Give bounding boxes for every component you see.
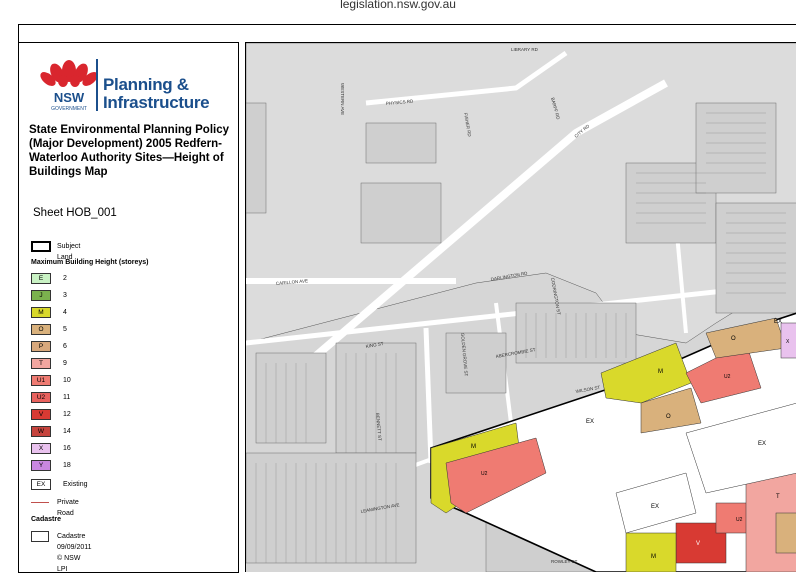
label-ex-2: EX bbox=[758, 441, 766, 447]
label-m-3: M bbox=[651, 554, 656, 560]
label-v: V bbox=[696, 541, 700, 547]
logo-nsw-text: NSW bbox=[54, 90, 85, 105]
label-o-2: O bbox=[731, 336, 736, 342]
existing-swatch: EX bbox=[31, 479, 51, 490]
height-value: 5 bbox=[63, 326, 67, 333]
height-swatch: U2 bbox=[31, 392, 51, 403]
label-ex-3: EX bbox=[651, 504, 659, 510]
height-value: 3 bbox=[63, 292, 67, 299]
label-m-1: M bbox=[471, 444, 476, 450]
height-value: 12 bbox=[63, 411, 71, 418]
existing-label: Existing bbox=[63, 481, 88, 488]
height-swatch: V bbox=[31, 409, 51, 420]
height-value: 2 bbox=[63, 275, 67, 282]
map-title: State Environmental Planning Policy (Maj… bbox=[29, 124, 230, 178]
brand-line-1: Planning & bbox=[103, 75, 189, 94]
height-value: 16 bbox=[63, 445, 71, 452]
label-ex-4: EX bbox=[774, 319, 782, 325]
label-u2-3: U2 bbox=[736, 517, 743, 523]
street-label: WESTERN AVE bbox=[340, 83, 345, 115]
zone-p-south bbox=[775, 512, 796, 554]
sheet-number: Sheet HOB_001 bbox=[33, 207, 117, 219]
height-swatch: P bbox=[31, 341, 51, 352]
height-value: 11 bbox=[63, 394, 71, 401]
page-header: legislation.nsw.gov.au bbox=[0, 0, 796, 14]
height-value: 10 bbox=[63, 377, 71, 384]
logo-divider bbox=[96, 59, 98, 111]
height-swatch: O bbox=[31, 324, 51, 335]
height-value: 4 bbox=[63, 309, 67, 316]
brand-line-2: Infrastructure bbox=[103, 93, 210, 112]
street-label: ROWLEY ST bbox=[551, 559, 578, 564]
cadastre-heading: Cadastre bbox=[31, 516, 61, 523]
subject-land-swatch bbox=[31, 241, 51, 252]
map-canvas[interactable]: EX EX EX EX M M M O O U2 U2 U2 V X T LIB… bbox=[245, 42, 796, 572]
height-swatch: M bbox=[31, 307, 51, 318]
height-swatch: U1 bbox=[31, 375, 51, 386]
height-swatch: E bbox=[31, 273, 51, 284]
cadastre-swatch bbox=[31, 531, 49, 542]
logo-government-text: GOVERNMENT bbox=[51, 106, 87, 112]
legend-panel: NSW GOVERNMENT Planning & Infrastructure… bbox=[18, 42, 239, 573]
zone-m-south bbox=[625, 532, 677, 572]
label-m-2: M bbox=[658, 369, 663, 375]
height-heading: Maximum Building Height (storeys) bbox=[31, 259, 149, 266]
height-value: 18 bbox=[63, 462, 71, 469]
height-value: 14 bbox=[63, 428, 71, 435]
height-value: 6 bbox=[63, 343, 67, 350]
label-u2-2: U2 bbox=[724, 374, 731, 380]
height-swatch: T bbox=[31, 358, 51, 369]
label-ex-1: EX bbox=[586, 419, 594, 425]
label-t: T bbox=[776, 494, 780, 500]
height-value: 9 bbox=[63, 360, 67, 367]
cadastre-label: Cadastre 09/09/2011 © NSW LPI bbox=[57, 533, 92, 573]
height-swatch: W bbox=[31, 426, 51, 437]
height-swatch: X bbox=[31, 443, 51, 454]
height-swatch: J bbox=[31, 290, 51, 301]
map-svg: EX EX EX EX M M M O O U2 U2 U2 V X T LIB… bbox=[246, 43, 796, 572]
height-swatch: Y bbox=[31, 460, 51, 471]
private-road-line bbox=[31, 502, 49, 503]
site-url: legislation.nsw.gov.au bbox=[340, 0, 456, 11]
label-o-1: O bbox=[666, 414, 671, 420]
street-label: LIBRARY RD bbox=[511, 47, 539, 52]
label-u2-1: U2 bbox=[481, 471, 488, 477]
